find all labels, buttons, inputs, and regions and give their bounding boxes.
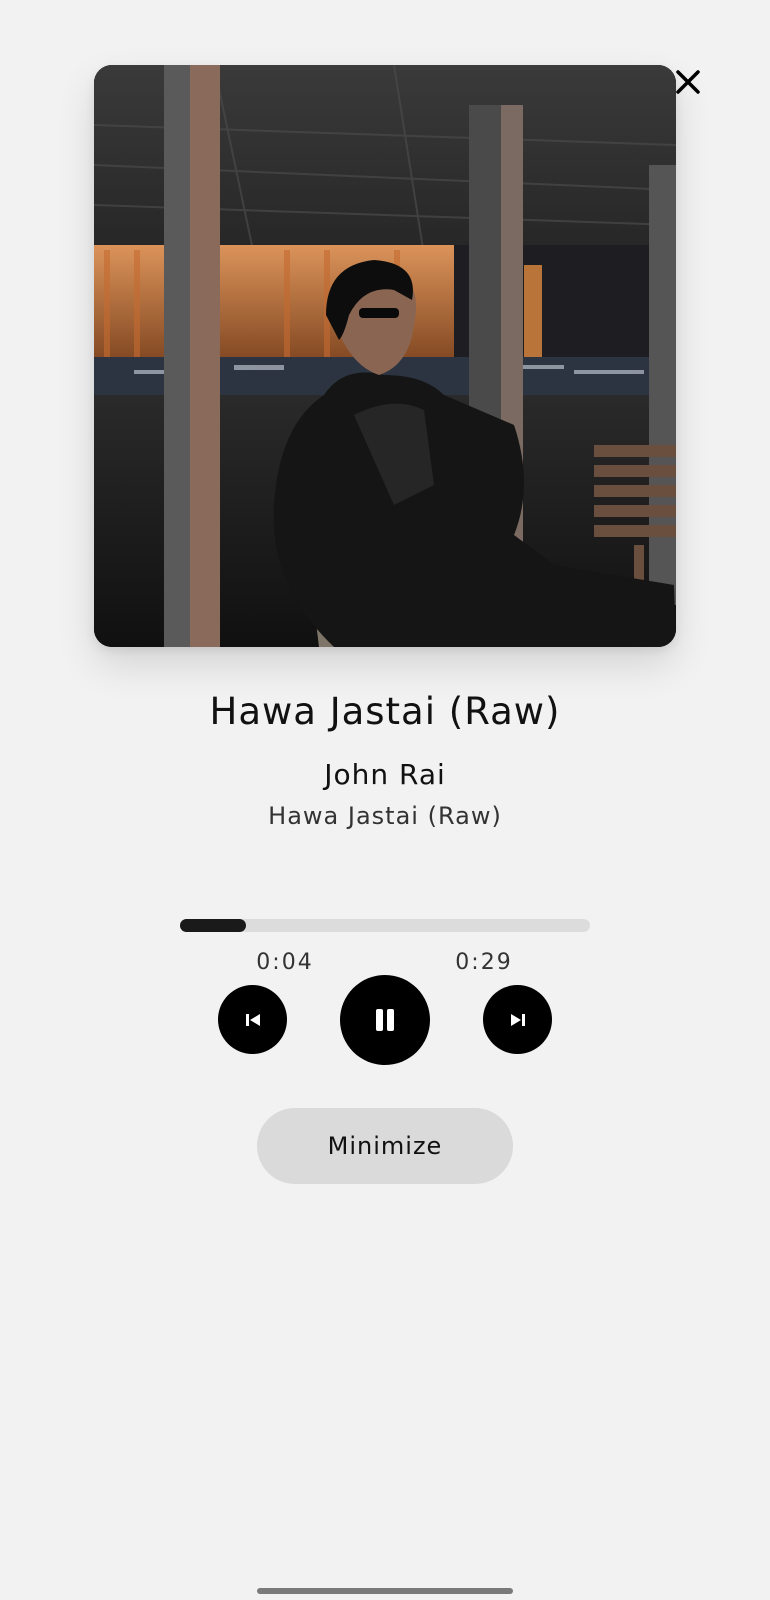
- track-title: Hawa Jastai (Raw): [209, 690, 561, 733]
- album-artwork: [94, 65, 676, 647]
- pause-icon: [376, 1009, 394, 1031]
- total-time: 0:29: [455, 950, 513, 975]
- current-time: 0:04: [256, 950, 314, 975]
- play-pause-button[interactable]: [340, 975, 430, 1065]
- close-button[interactable]: [672, 66, 704, 98]
- minimize-button[interactable]: Minimize: [257, 1108, 513, 1184]
- album-name: Hawa Jastai (Raw): [268, 802, 502, 830]
- home-indicator[interactable]: [257, 1588, 513, 1594]
- skip-next-icon: [510, 1013, 525, 1026]
- previous-button[interactable]: [218, 985, 287, 1054]
- progress-fill: [180, 919, 246, 932]
- progress-bar[interactable]: [180, 919, 590, 932]
- next-button[interactable]: [483, 985, 552, 1054]
- artist-name: John Rai: [324, 758, 446, 791]
- skip-previous-icon: [245, 1013, 260, 1026]
- close-icon: [676, 70, 700, 94]
